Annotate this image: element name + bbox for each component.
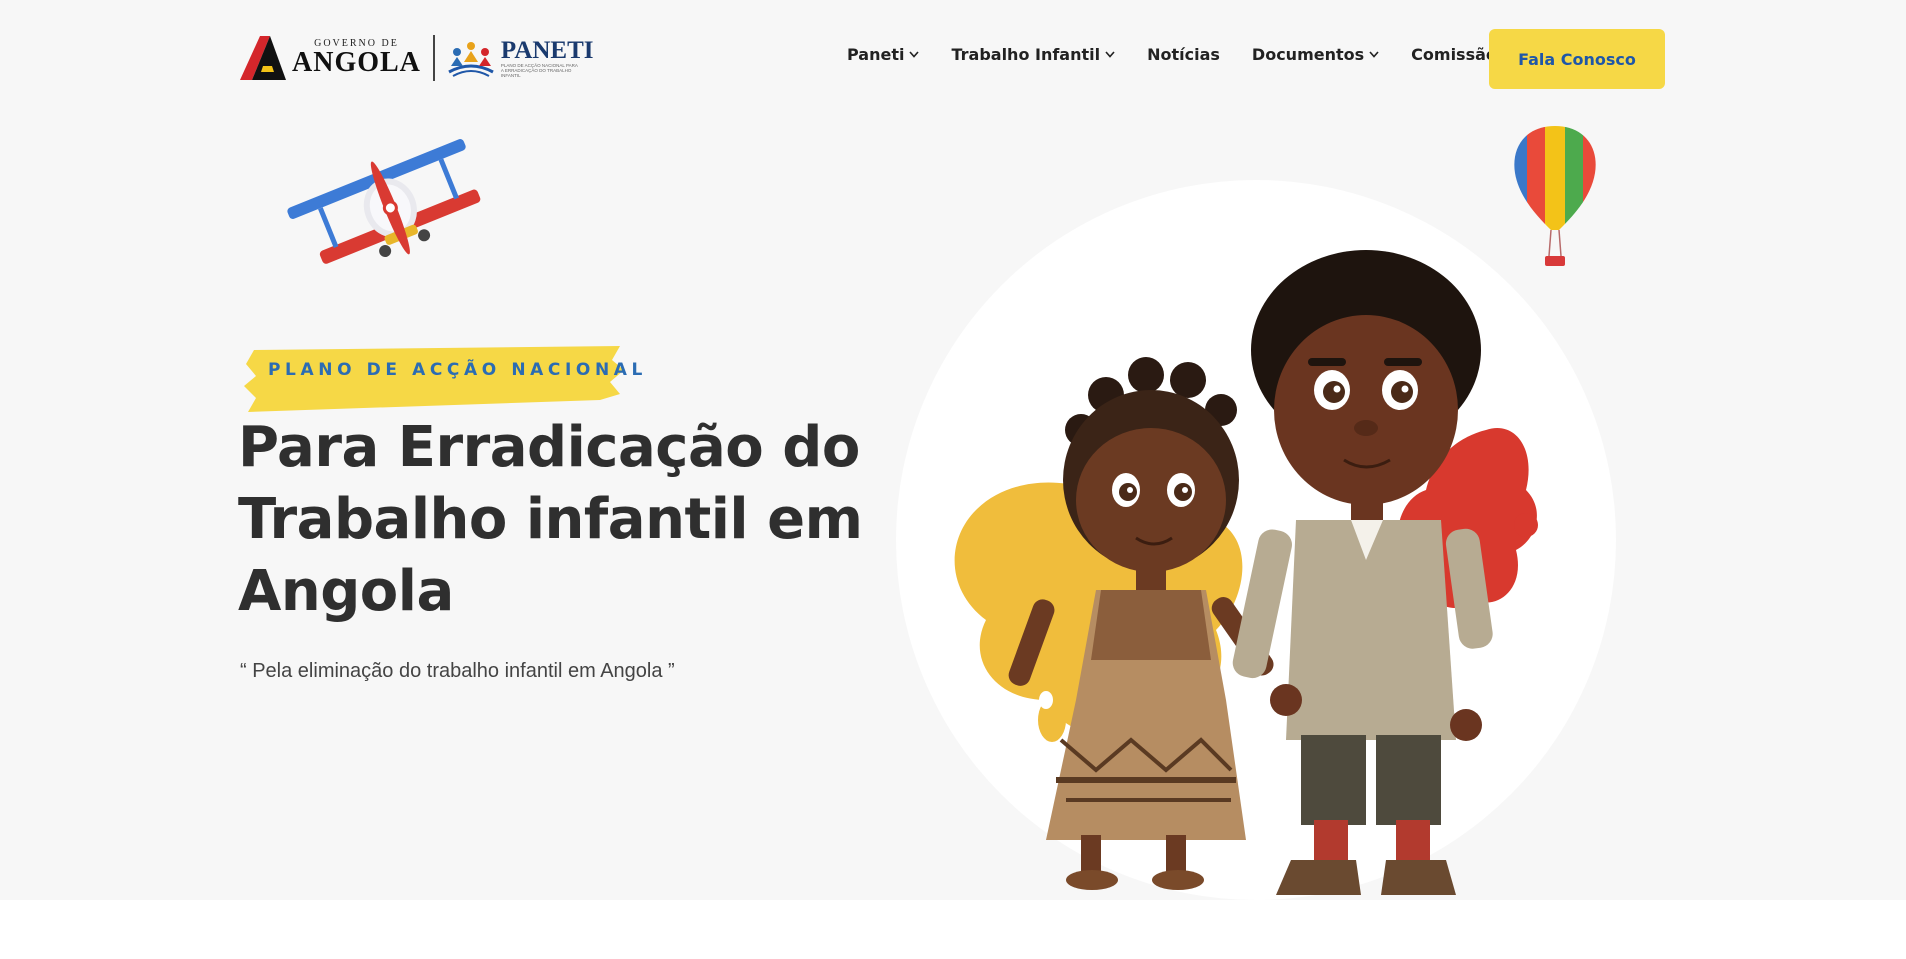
chevron-down-icon — [1105, 51, 1115, 58]
tagline-text: PLANO DE ACÇÃO NACIONAL — [268, 360, 647, 380]
angola-emblem-icon — [240, 36, 286, 80]
nav-item-documentos[interactable]: Documentos — [1252, 45, 1379, 64]
nav-item-paneti[interactable]: Paneti — [847, 45, 920, 64]
nav-item-trabalho-infantil[interactable]: Trabalho Infantil — [951, 45, 1115, 64]
nav-item-noticias[interactable]: Notícias — [1147, 45, 1220, 64]
nav-label: Comissão — [1411, 45, 1497, 64]
governo-angola-logo: GOVERNO DE ANGOLA — [240, 36, 421, 80]
hero-title-line: Trabalho infantil em — [238, 487, 863, 552]
hero-section: GOVERNO DE ANGOLA PANETI PLANO DE ACÇÃO … — [0, 0, 1906, 900]
paneti-name: PANETI — [500, 37, 594, 64]
fala-conosco-button[interactable]: Fala Conosco — [1489, 29, 1665, 89]
chevron-down-icon — [909, 51, 920, 58]
tagline-badge: PLANO DE ACÇÃO NACIONAL — [240, 336, 642, 418]
paneti-logo: PANETI PLANO DE ACÇÃO NACIONAL PARA A ER… — [445, 38, 594, 78]
hero-quote: “ Pela eliminação do trabalho infantil e… — [240, 660, 675, 682]
nav-label: Trabalho Infantil — [951, 45, 1101, 64]
hero-title-line: Angola — [238, 559, 454, 624]
paneti-subtitle: PLANO DE ACÇÃO NACIONAL PARA A ERRADICAÇ… — [500, 63, 578, 78]
paneti-emblem-icon — [448, 42, 494, 77]
nav-label: Documentos — [1251, 45, 1365, 64]
children-illustration — [896, 180, 1616, 900]
hero-title-line: Para Erradicação do — [238, 415, 860, 480]
main-nav: Paneti Trabalho Infantil Notícias Docume… — [847, 45, 1512, 64]
next-section — [0, 900, 1906, 959]
nav-label: Notícias — [1147, 45, 1220, 64]
chevron-down-icon — [1369, 51, 1379, 58]
gov-big-text: ANGOLA — [292, 47, 421, 78]
site-logo[interactable]: GOVERNO DE ANGOLA PANETI PLANO DE ACÇÃO … — [240, 34, 594, 82]
logo-divider — [432, 35, 435, 81]
hero-title: Para Erradicação do Trabalho infantil em… — [238, 412, 863, 628]
biplane-illustration — [287, 139, 481, 264]
nav-label: Paneti — [847, 45, 905, 64]
